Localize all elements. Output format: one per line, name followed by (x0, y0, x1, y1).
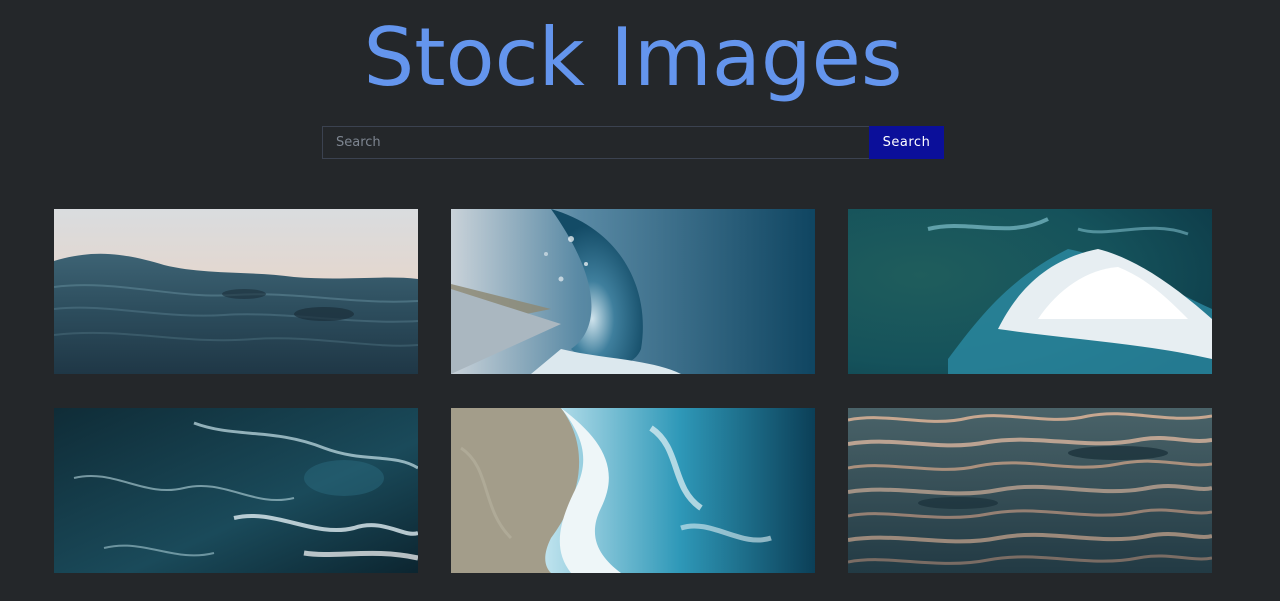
barreling-wave-image (451, 209, 815, 374)
gallery-image-aerial-wave[interactable] (848, 209, 1212, 374)
gallery-image-calm-sea[interactable] (54, 209, 418, 374)
calm-sea-image (54, 209, 418, 374)
gallery-image-rippled-water[interactable] (848, 408, 1212, 573)
shore-wave-image (451, 408, 815, 573)
search-input[interactable] (322, 126, 869, 159)
gallery-image-barreling-wave[interactable] (451, 209, 815, 374)
aerial-wave-image (848, 209, 1212, 374)
image-gallery (54, 209, 1212, 573)
gallery-image-dark-foam[interactable] (54, 408, 418, 573)
rippled-water-image (848, 408, 1212, 573)
gallery-image-shore-wave[interactable] (451, 408, 815, 573)
dark-foam-image (54, 408, 418, 573)
page: Stock Images Search (0, 0, 1280, 601)
search-button[interactable]: Search (869, 126, 944, 159)
search-form: Search (322, 126, 944, 159)
page-title: Stock Images (363, 11, 903, 104)
